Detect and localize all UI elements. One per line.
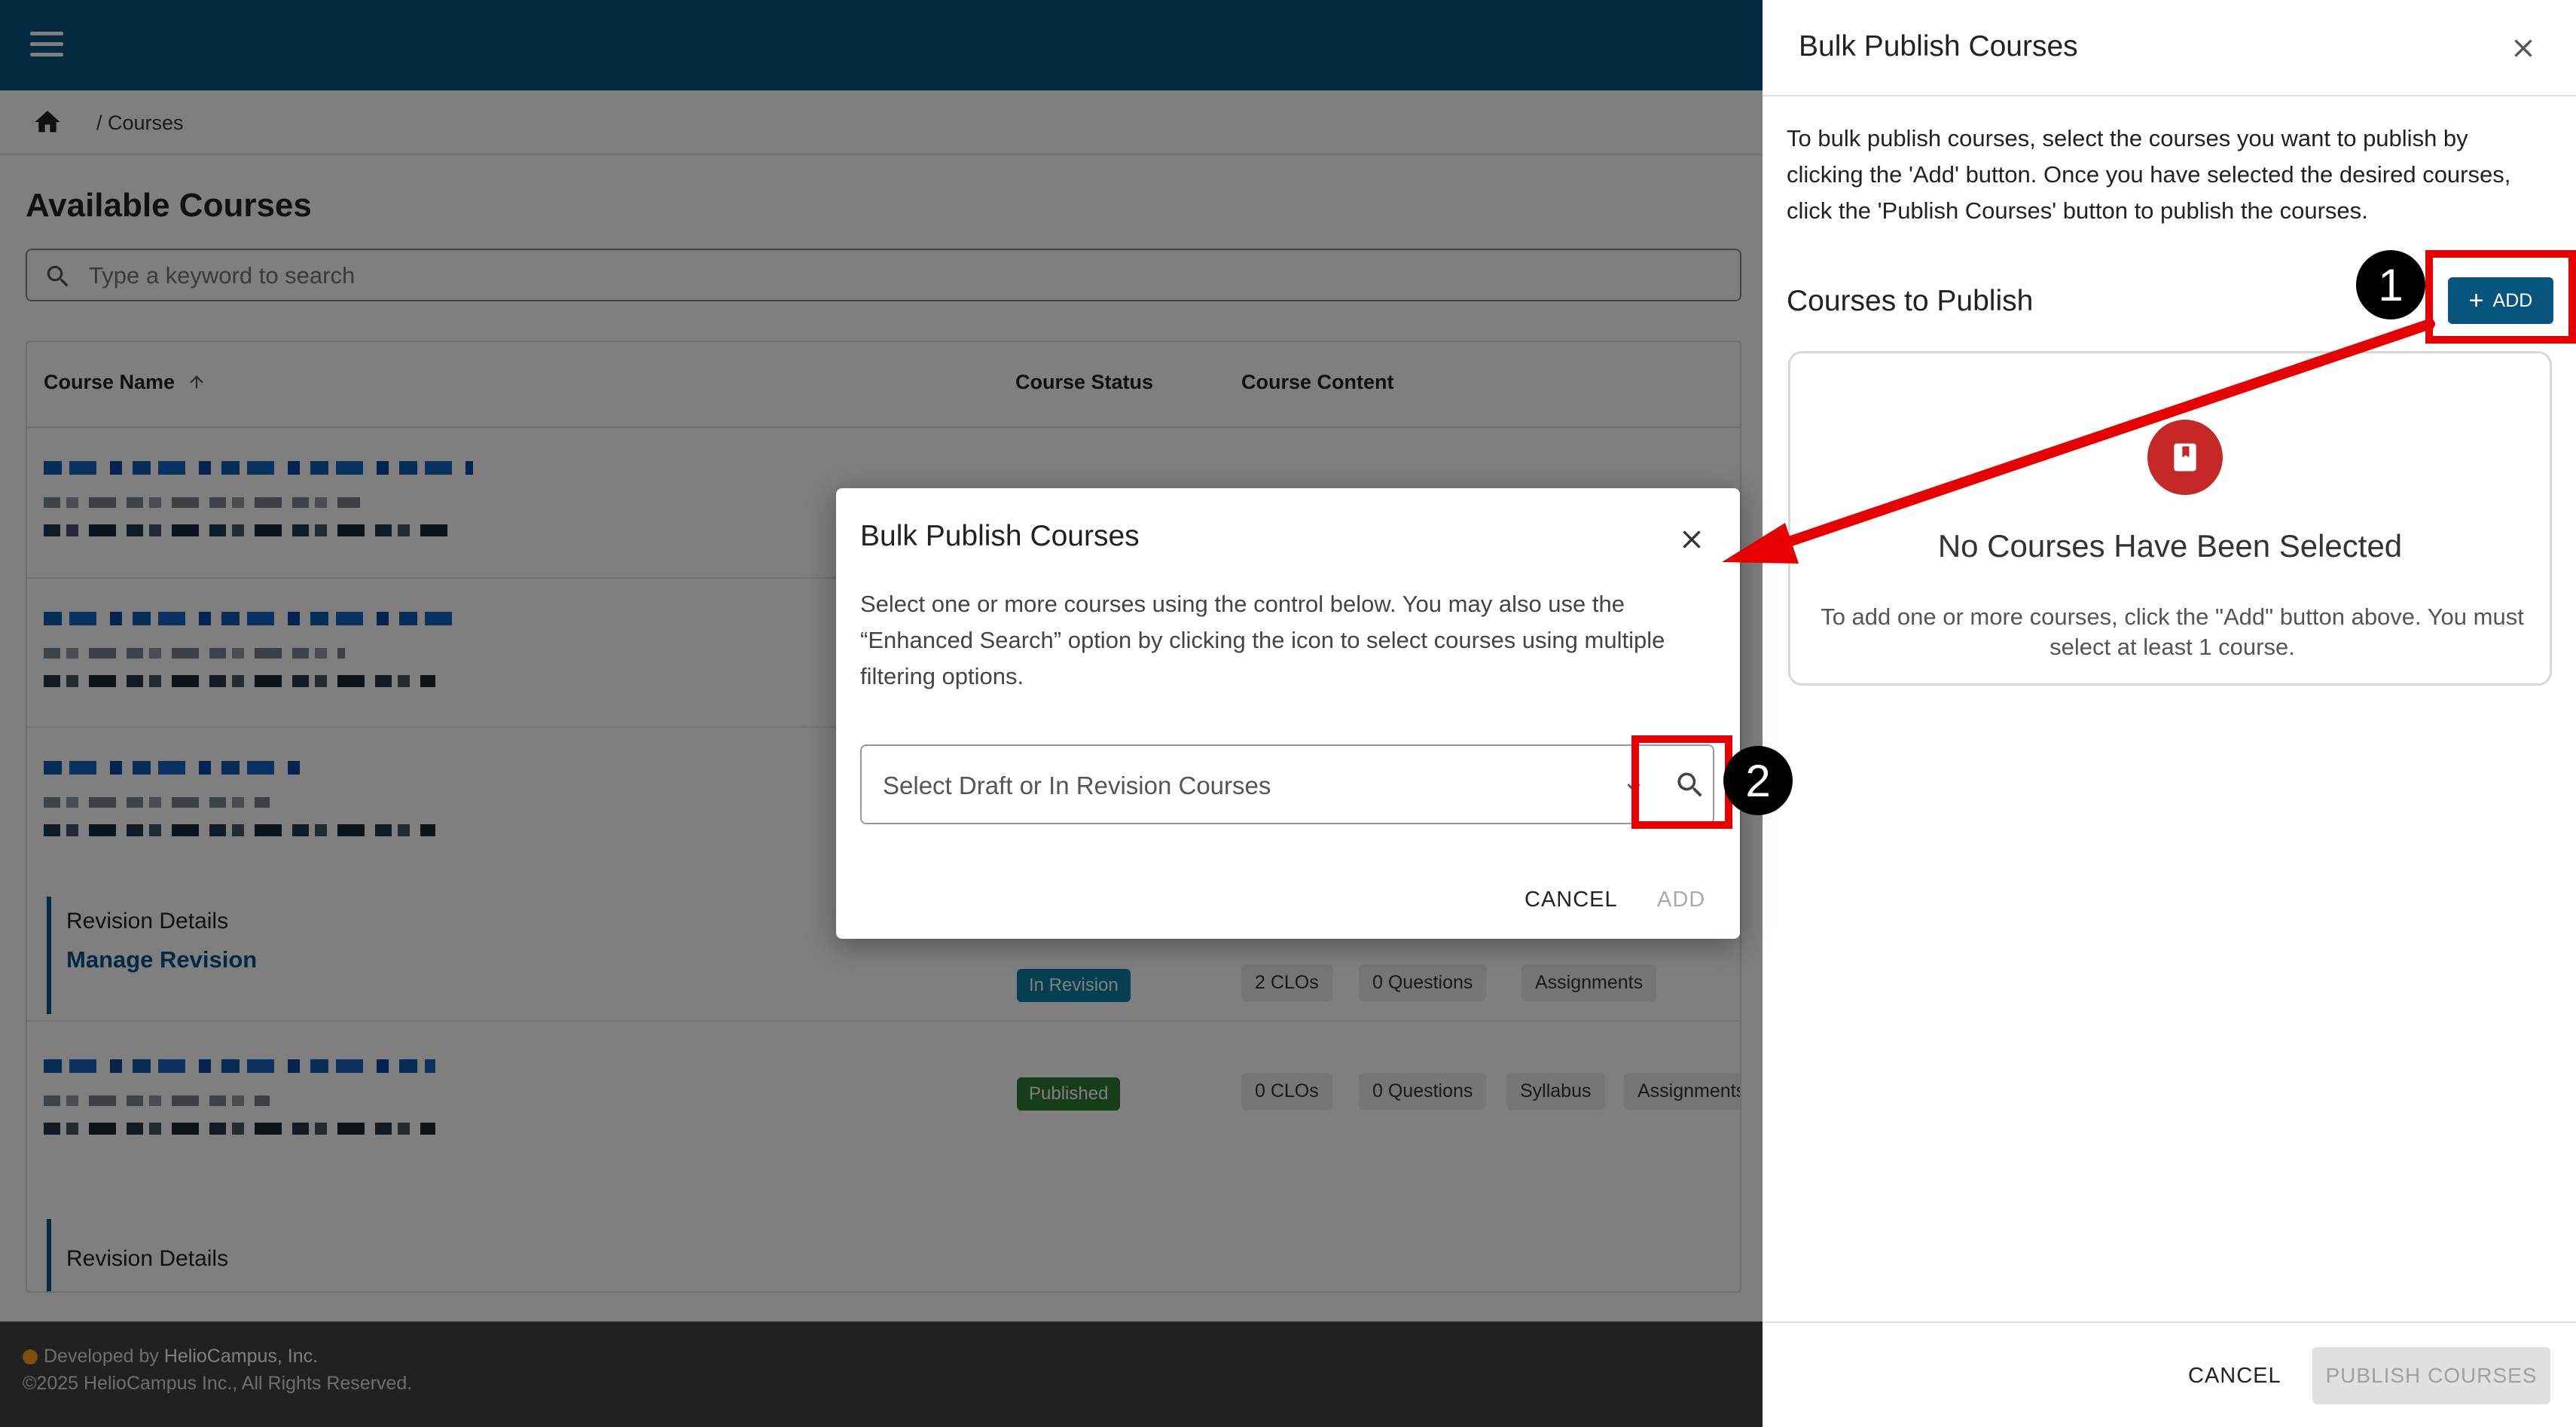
annotation-arrow — [1722, 319, 2435, 564]
